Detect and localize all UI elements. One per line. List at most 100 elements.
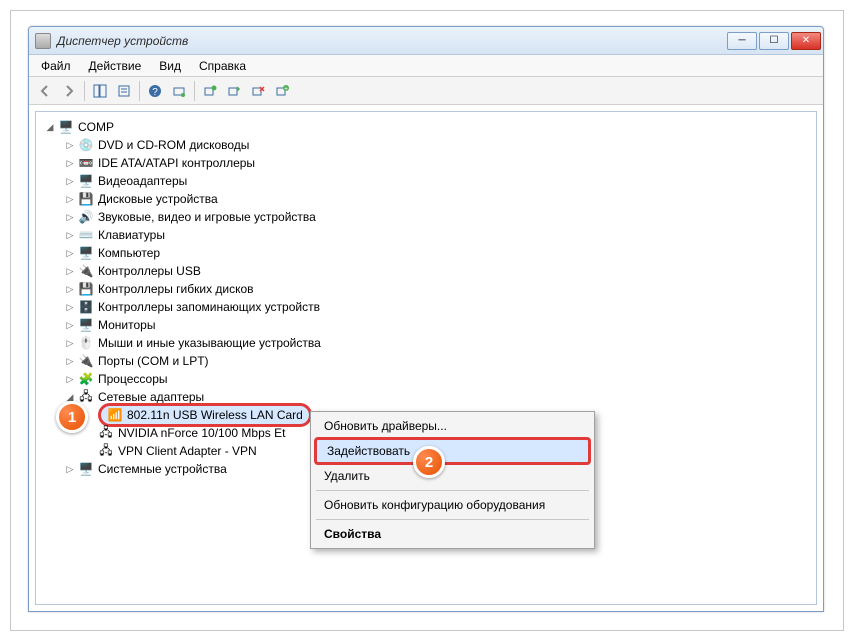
- expander-icon[interactable]: ▷: [64, 211, 76, 223]
- tree-label: IDE ATA/ATAPI контроллеры: [98, 156, 255, 170]
- expander-spacer: [84, 445, 96, 457]
- ctx-refresh-hardware[interactable]: Обновить конфигурацию оборудования: [314, 494, 591, 516]
- ctx-update-drivers[interactable]: Обновить драйверы...: [314, 415, 591, 437]
- app-icon: [35, 33, 51, 49]
- forward-button[interactable]: [57, 79, 81, 103]
- annotation-badge-1: 1: [56, 401, 88, 433]
- titlebar: Диспетчер устройств ─ ☐ ✕: [29, 27, 823, 55]
- toolbar-separator: [84, 81, 85, 101]
- window-title: Диспетчер устройств: [57, 34, 727, 48]
- floppy-icon: 💾: [78, 281, 94, 297]
- expander-icon[interactable]: ▷: [64, 373, 76, 385]
- expander-icon[interactable]: ▷: [64, 229, 76, 241]
- tree-item-storage[interactable]: ▷ 🗄️ Контроллеры запоминающих устройств: [40, 298, 812, 316]
- menu-file[interactable]: Файл: [33, 55, 79, 76]
- update-driver-button[interactable]: [198, 79, 222, 103]
- tree-item-keyboard[interactable]: ▷ ⌨️ Клавиатуры: [40, 226, 812, 244]
- expander-icon[interactable]: ▷: [64, 265, 76, 277]
- add-legacy-button[interactable]: +: [270, 79, 294, 103]
- enable-device-button[interactable]: [222, 79, 246, 103]
- properties-button[interactable]: [112, 79, 136, 103]
- ide-icon: 📼: [78, 155, 94, 171]
- tree-label: 802.11n USB Wireless LAN Card: [127, 408, 303, 422]
- ethernet-adapter-icon: 🖧: [98, 425, 114, 441]
- tree-item-sound[interactable]: ▷ 🔊 Звуковые, видео и игровые устройства: [40, 208, 812, 226]
- cpu-icon: 🧩: [78, 371, 94, 387]
- menu-action[interactable]: Действие: [81, 55, 150, 76]
- display-icon: 🖥️: [78, 173, 94, 189]
- menubar: Файл Действие Вид Справка: [29, 55, 823, 77]
- tree-item-computer[interactable]: ▷ 🖥️ Компьютер: [40, 244, 812, 262]
- tree-label: DVD и CD-ROM дисководы: [98, 138, 249, 152]
- window-buttons: ─ ☐ ✕: [727, 32, 821, 50]
- toolbar-separator: [139, 81, 140, 101]
- dvd-icon: 💿: [78, 137, 94, 153]
- tree-root-label: COMP: [78, 120, 114, 134]
- tree-item-mice[interactable]: ▷ 🖱️ Мыши и иные указывающие устройства: [40, 334, 812, 352]
- expander-icon[interactable]: ▷: [64, 139, 76, 151]
- tree-label: Контроллеры USB: [98, 264, 201, 278]
- pc-icon: 🖥️: [78, 245, 94, 261]
- monitor-icon: 🖥️: [78, 317, 94, 333]
- ctx-enable[interactable]: Задействовать: [314, 437, 591, 465]
- tree-item-usb[interactable]: ▷ 🔌 Контроллеры USB: [40, 262, 812, 280]
- tree-item-dvd[interactable]: ▷ 💿 DVD и CD-ROM дисководы: [40, 136, 812, 154]
- tree-label: Сетевые адаптеры: [98, 390, 204, 404]
- tree-item-video[interactable]: ▷ 🖥️ Видеоадаптеры: [40, 172, 812, 190]
- tree-item-ide[interactable]: ▷ 📼 IDE ATA/ATAPI контроллеры: [40, 154, 812, 172]
- menu-view[interactable]: Вид: [151, 55, 189, 76]
- ctx-separator: [316, 490, 589, 491]
- sound-icon: 🔊: [78, 209, 94, 225]
- selected-device[interactable]: 📶 802.11n USB Wireless LAN Card: [98, 403, 312, 427]
- tree-label: Контроллеры гибких дисков: [98, 282, 254, 296]
- close-button[interactable]: ✕: [791, 32, 821, 50]
- tree-root[interactable]: ◢ 🖥️ COMP: [40, 118, 812, 136]
- expander-icon[interactable]: ▷: [64, 283, 76, 295]
- tree-label: Порты (COM и LPT): [98, 354, 209, 368]
- tree-label: Мыши и иные указывающие устройства: [98, 336, 321, 350]
- tree-item-cpu[interactable]: ▷ 🧩 Процессоры: [40, 370, 812, 388]
- ctx-properties[interactable]: Свойства: [314, 523, 591, 545]
- expander-icon[interactable]: ▷: [64, 175, 76, 187]
- toolbar-separator: [194, 81, 195, 101]
- system-icon: 🖥️: [78, 461, 94, 477]
- context-menu: Обновить драйверы... Задействовать Удали…: [310, 411, 595, 549]
- tree-label: Процессоры: [98, 372, 168, 386]
- back-button[interactable]: [33, 79, 57, 103]
- help-button[interactable]: ?: [143, 79, 167, 103]
- expander-icon[interactable]: ▷: [64, 337, 76, 349]
- tree-label: NVIDIA nForce 10/100 Mbps Et: [118, 426, 285, 440]
- uninstall-device-button[interactable]: [246, 79, 270, 103]
- expander-icon[interactable]: ▷: [64, 355, 76, 367]
- ctx-delete[interactable]: Удалить: [314, 465, 591, 487]
- toolbar: ? +: [29, 77, 823, 105]
- disk-icon: 💾: [78, 191, 94, 207]
- expander-icon[interactable]: ▷: [64, 319, 76, 331]
- tree-label: Звуковые, видео и игровые устройства: [98, 210, 316, 224]
- minimize-button[interactable]: ─: [727, 32, 757, 50]
- tree-item-disk[interactable]: ▷ 💾 Дисковые устройства: [40, 190, 812, 208]
- port-icon: 🔌: [78, 353, 94, 369]
- expander-icon[interactable]: ▷: [64, 157, 76, 169]
- tree-item-monitors[interactable]: ▷ 🖥️ Мониторы: [40, 316, 812, 334]
- wifi-adapter-icon: 📶: [107, 407, 123, 423]
- tree-item-ports[interactable]: ▷ 🔌 Порты (COM и LPT): [40, 352, 812, 370]
- maximize-button[interactable]: ☐: [759, 32, 789, 50]
- vpn-adapter-icon: 🖧: [98, 443, 114, 459]
- tree-label: VPN Client Adapter - VPN: [118, 444, 257, 458]
- expander-icon[interactable]: ▷: [64, 193, 76, 205]
- show-hide-tree-button[interactable]: [88, 79, 112, 103]
- svg-text:?: ?: [152, 87, 158, 98]
- usb-icon: 🔌: [78, 263, 94, 279]
- expander-icon[interactable]: ▷: [64, 301, 76, 313]
- mouse-icon: 🖱️: [78, 335, 94, 351]
- expander-icon[interactable]: ◢: [44, 121, 56, 133]
- expander-icon[interactable]: ▷: [64, 463, 76, 475]
- expander-icon[interactable]: ▷: [64, 247, 76, 259]
- scan-hardware-button[interactable]: [167, 79, 191, 103]
- menu-help[interactable]: Справка: [191, 55, 254, 76]
- tree-item-floppy[interactable]: ▷ 💾 Контроллеры гибких дисков: [40, 280, 812, 298]
- computer-icon: 🖥️: [58, 119, 74, 135]
- tree-label: Клавиатуры: [98, 228, 165, 242]
- annotation-badge-2: 2: [413, 446, 445, 478]
